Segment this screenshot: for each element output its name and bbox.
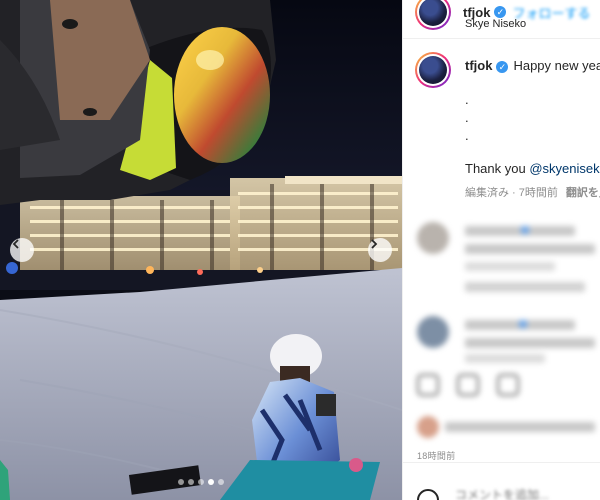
carousel-dot-active — [208, 479, 214, 485]
post-timestamp: 18時間前 — [417, 451, 456, 461]
carousel-prev-button[interactable] — [10, 238, 34, 262]
location-link[interactable]: Skye Niseko — [465, 18, 526, 30]
carousel-dot — [218, 479, 224, 485]
avatar[interactable] — [415, 0, 451, 30]
edited-time: 編集済み · 7時間前 — [465, 187, 558, 199]
carousel-dots — [178, 479, 224, 485]
ski-resort-selfie-image — [0, 0, 402, 500]
list-item — [519, 320, 527, 328]
carousel-dot — [178, 479, 184, 485]
emoji-icon[interactable] — [417, 489, 439, 500]
chevron-right-icon — [371, 239, 378, 249]
comment-input[interactable] — [455, 488, 595, 500]
verified-badge-icon: ✓ — [496, 60, 509, 73]
list-item — [445, 422, 595, 432]
caption: tfjok ✓ Happy new year — [465, 58, 600, 73]
comment-composer — [403, 470, 600, 500]
divider — [403, 462, 600, 463]
divider — [403, 38, 600, 39]
list-item — [521, 226, 529, 234]
verified-badge-icon: ✓ — [494, 6, 507, 18]
list-item — [417, 222, 449, 254]
comment-icon[interactable] — [457, 374, 479, 396]
caption-dot: . — [465, 128, 469, 143]
translate-link[interactable]: 翻訳を見る — [566, 187, 600, 199]
chevron-left-icon — [12, 239, 19, 249]
list-item — [465, 226, 575, 236]
caption-dot: . — [465, 92, 469, 107]
thanks-text: Thank you — [465, 161, 526, 176]
carousel-next-button[interactable] — [368, 238, 392, 262]
mention-link[interactable]: @skyeniseko — [529, 161, 600, 176]
list-item — [417, 416, 439, 438]
list-item — [417, 316, 449, 348]
carousel-dot — [188, 479, 194, 485]
caption-text: Happy new year — [513, 58, 600, 73]
list-item — [465, 338, 595, 348]
like-icon[interactable] — [417, 374, 439, 396]
list-item — [465, 244, 595, 254]
post-side-panel: tfjok ✓ フォローする Skye Niseko tfjok ✓ Happy n… — [402, 0, 600, 500]
list-item — [465, 262, 555, 271]
caption-avatar[interactable] — [415, 52, 451, 88]
share-icon[interactable] — [497, 374, 519, 396]
caption-thanks: Thank you @skyeniseko — [465, 161, 600, 176]
list-item — [465, 282, 585, 292]
caption-meta: 編集済み · 7時間前翻訳を見る — [465, 184, 600, 200]
caption-dot: . — [465, 110, 469, 125]
caption-username[interactable]: tfjok — [465, 58, 492, 73]
post-photo[interactable] — [0, 0, 402, 500]
carousel-dot — [198, 479, 204, 485]
list-item — [465, 354, 545, 363]
